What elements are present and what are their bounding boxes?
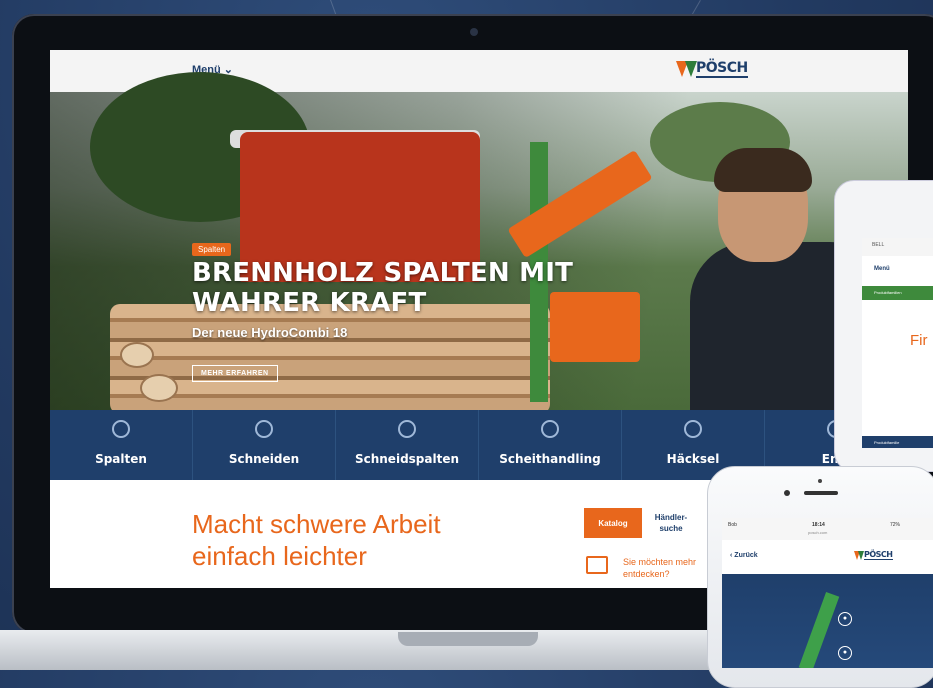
chevron-left-icon: ‹ xyxy=(730,552,733,559)
category-schneidspalten[interactable]: Schneidspalten xyxy=(336,410,479,480)
category-label: Schneiden xyxy=(228,452,300,466)
phone-back-screen: BELL Menü Produktfamilien Fir Produktfam… xyxy=(862,238,933,448)
front-camera-icon xyxy=(784,490,790,496)
catalog-book-icon xyxy=(586,556,608,574)
category-label: Spalten xyxy=(95,452,147,466)
logo-text: PÖSCH xyxy=(864,550,893,560)
logo-mark-icon xyxy=(854,550,864,560)
category-scheithandling[interactable]: Scheithandling xyxy=(479,410,622,480)
carrier-label: Bob xyxy=(728,522,737,528)
hotspot-icon[interactable]: ● xyxy=(838,646,852,660)
app-nav: ‹ Zurück PÖSCH xyxy=(722,540,933,575)
saw-blade-icon xyxy=(255,420,273,438)
sensor-dot xyxy=(818,479,822,483)
product-hero: ● ● xyxy=(722,574,933,668)
site-logo[interactable]: PÖSCH xyxy=(676,60,748,78)
product-family-bar[interactable]: Produktfamilien xyxy=(862,286,933,300)
hero-banner: Spalten BRENNHOLZ SPALTEN MIT WAHRER KRA… xyxy=(50,72,908,414)
tagline: Macht schwere Arbeit einfach leichter xyxy=(192,509,441,571)
phone-front-screen: Bob 18:14 posch.com 72% ‹ Zurück PÖSCH ●… xyxy=(722,518,933,668)
logo-mark-icon xyxy=(676,61,697,77)
log-pile xyxy=(110,304,550,414)
person-hair xyxy=(714,148,812,192)
category-spalten[interactable]: Spalten xyxy=(50,410,193,480)
status-bar: BELL xyxy=(862,238,933,256)
hotspot-icon[interactable]: ● xyxy=(838,612,852,626)
speaker-grille xyxy=(804,491,838,495)
status-bar: Bob 18:14 posch.com 72% xyxy=(722,518,933,540)
log-end xyxy=(140,374,178,402)
hero-subtitle: Der neue HydroCombi 18 xyxy=(192,325,348,340)
category-label: Häcksel xyxy=(666,452,720,466)
chipper-icon xyxy=(684,420,702,438)
split-icon xyxy=(112,420,130,438)
phone-headline: Fir xyxy=(910,332,928,349)
log-end xyxy=(120,342,154,368)
catalog-tab[interactable]: Katalog xyxy=(584,508,642,538)
webcam-icon xyxy=(470,28,478,36)
discover-more-link[interactable]: Sie möchten mehr entdecken? xyxy=(623,556,713,580)
cut-split-icon xyxy=(398,420,416,438)
logo-text: PÖSCH xyxy=(696,60,748,78)
dealer-search-tab[interactable]: Händler-suche xyxy=(646,512,696,534)
hero-title: BRENNHOLZ SPALTEN MIT WAHRER KRAFT xyxy=(192,258,574,318)
battery-label: 72% xyxy=(890,522,901,528)
url-label: posch.com xyxy=(808,530,828,535)
machine-image xyxy=(798,592,840,668)
learn-more-button[interactable]: MEHR ERFAHREN xyxy=(192,365,278,382)
product-family-footer[interactable]: Produktfamilie xyxy=(862,436,933,448)
menu-button[interactable]: Menü xyxy=(874,266,890,272)
category-label: Schneidspalten xyxy=(354,452,460,466)
back-button[interactable]: ‹ Zurück xyxy=(730,552,758,559)
time-label: 18:14 xyxy=(812,522,825,528)
log-handling-icon xyxy=(541,420,559,438)
back-label: Zurück xyxy=(734,552,758,559)
hero-tag: Spalten xyxy=(192,243,232,256)
laptop-notch xyxy=(398,632,538,646)
category-label: Scheithandling xyxy=(499,452,601,466)
site-logo[interactable]: PÖSCH xyxy=(854,550,893,560)
category-schneiden[interactable]: Schneiden xyxy=(193,410,336,480)
